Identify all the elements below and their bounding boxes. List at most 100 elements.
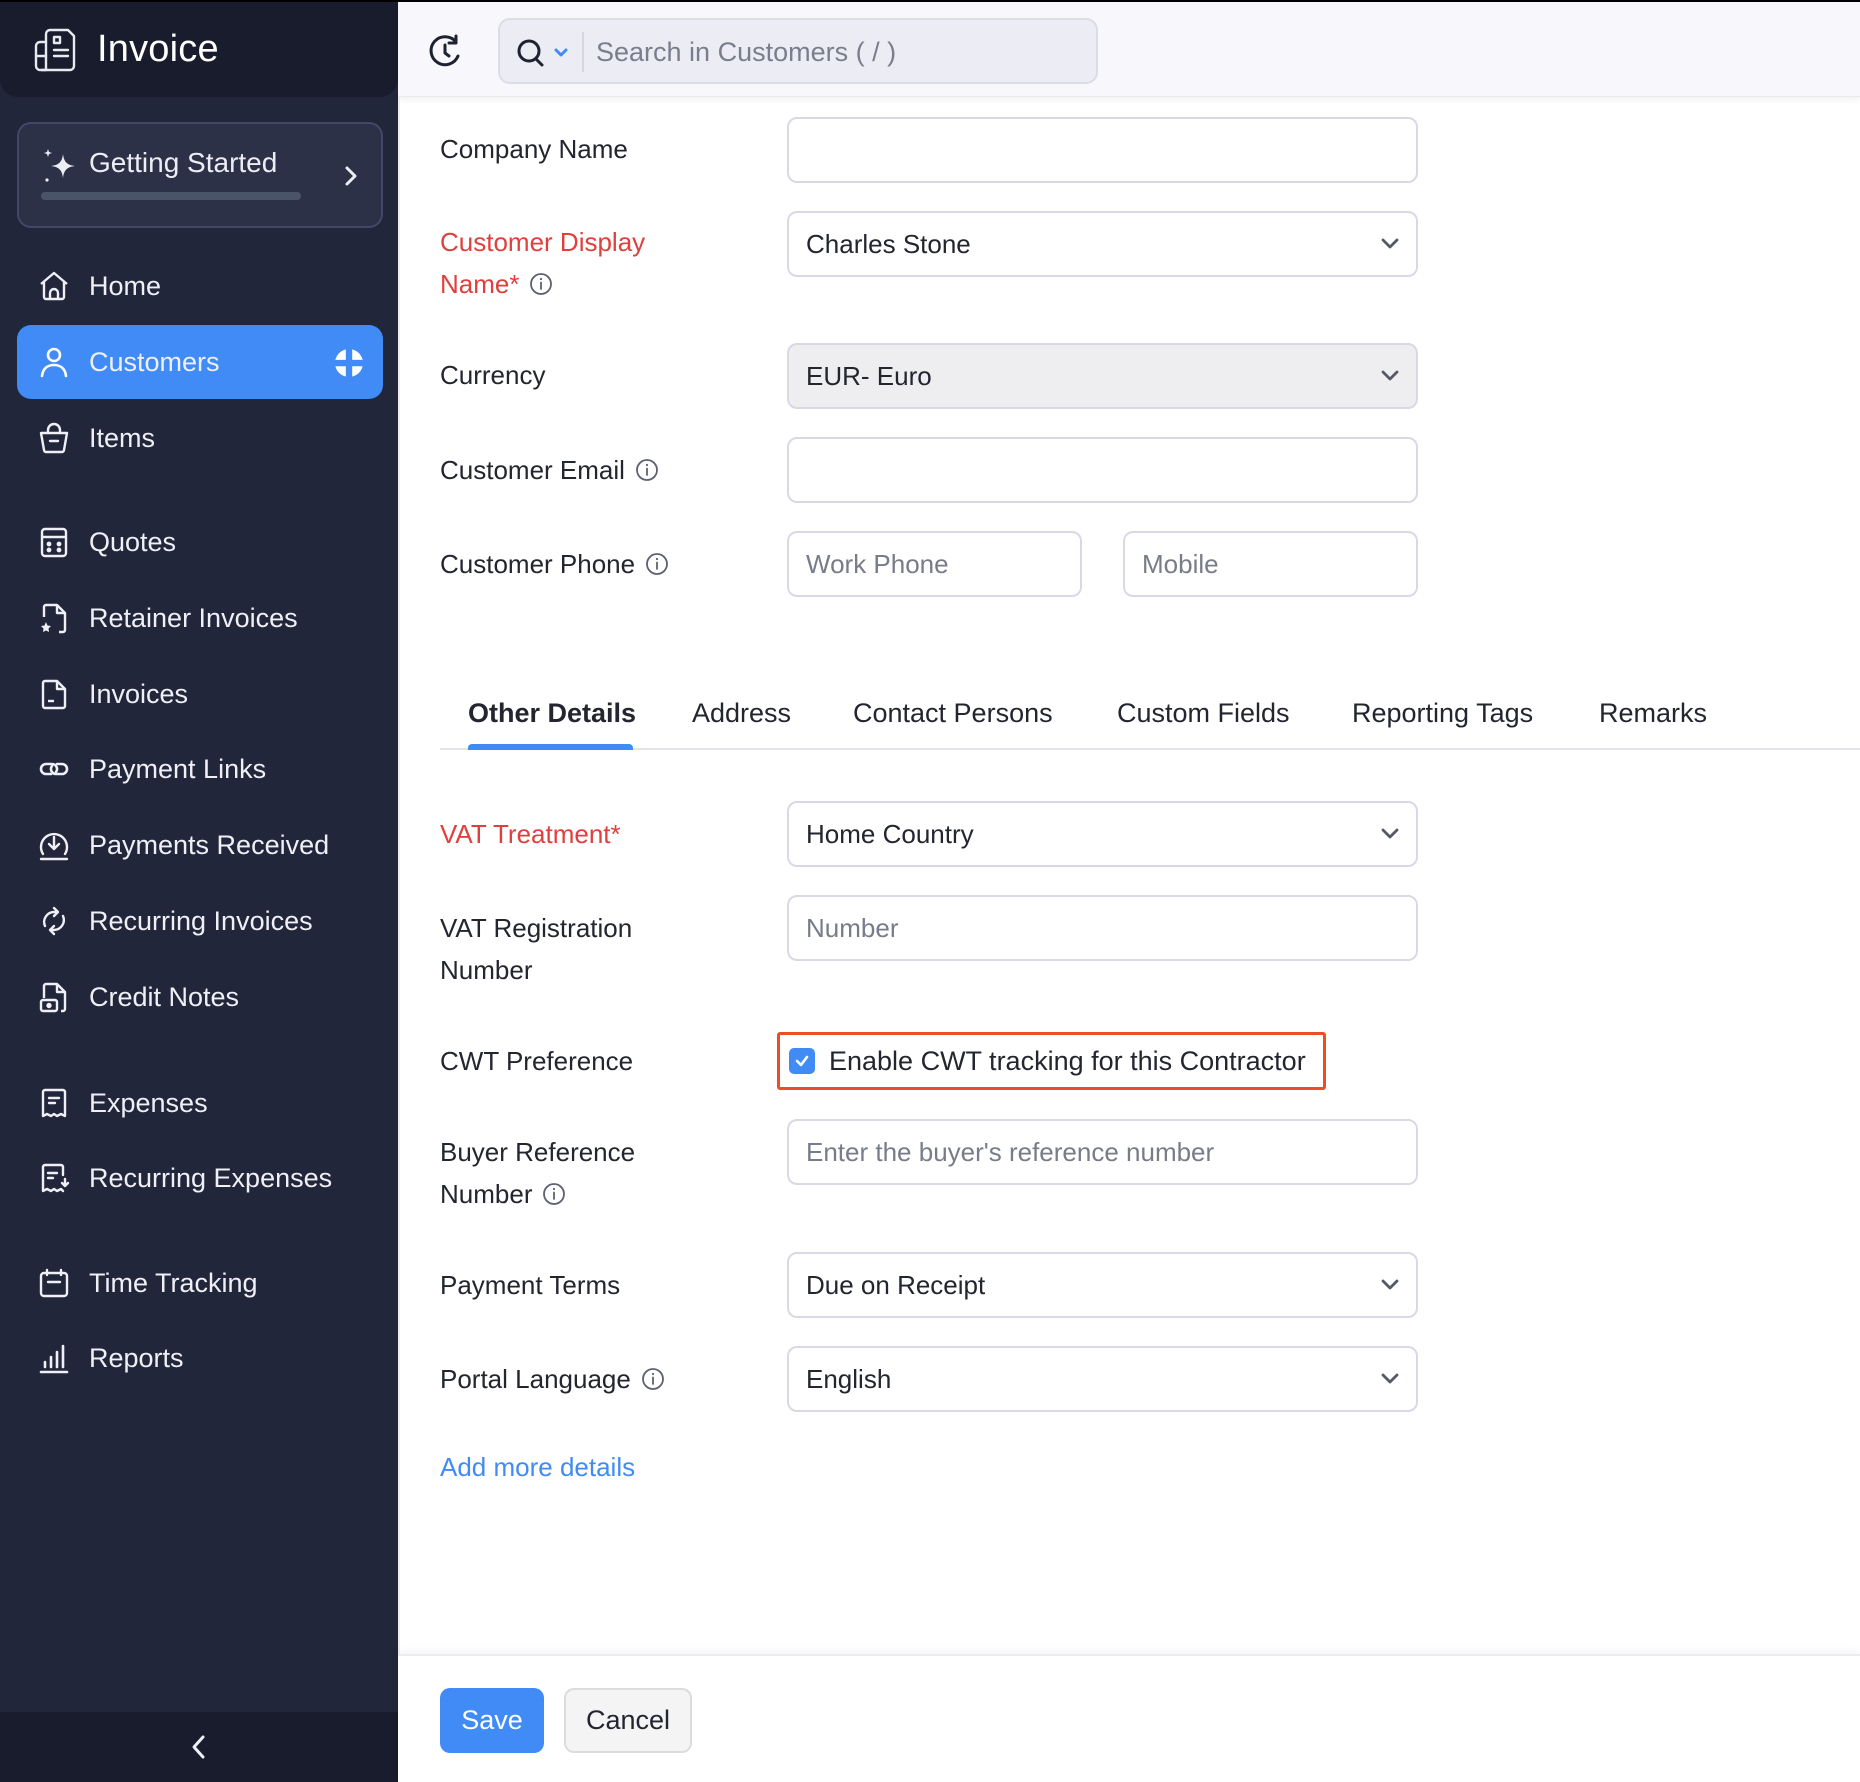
collapse-sidebar-button[interactable] (0, 1712, 398, 1782)
work-phone-field[interactable] (787, 531, 1082, 597)
document-icon (41, 679, 67, 710)
currency-label: Currency (440, 360, 546, 390)
vat-treatment-select[interactable]: Home Country (787, 801, 1418, 867)
sidebar-item-label: Recurring Invoices (89, 905, 313, 936)
sidebar-item-label: Reports (89, 1342, 184, 1373)
email-input[interactable] (789, 439, 1416, 501)
tab-other-details[interactable]: Other Details (468, 698, 636, 729)
credit-note-icon (39, 982, 67, 1013)
sidebar-item-label: Items (89, 422, 156, 453)
content-divider (398, 97, 400, 1782)
display-name-label: Customer Display Name* (440, 221, 645, 305)
tab-address[interactable]: Address (692, 698, 791, 729)
calendar-icon (39, 1268, 69, 1298)
cwt-preference-label: CWT Preference (440, 1046, 634, 1076)
sidebar-item-recurring-expenses[interactable]: Recurring Expenses (17, 1141, 383, 1215)
sparkle-icon (44, 149, 75, 182)
sidebar-item-payment-links[interactable]: Payment Links (17, 732, 383, 806)
chevron-down-icon (1381, 370, 1399, 381)
buyer-reference-field[interactable] (787, 1119, 1418, 1185)
getting-started-card[interactable]: Getting Started (17, 122, 383, 228)
tab-custom-fields[interactable]: Custom Fields (1117, 698, 1290, 729)
receipt-icon (41, 1088, 67, 1118)
user-icon (40, 347, 68, 378)
tab-reporting-tags[interactable]: Reporting Tags (1352, 698, 1533, 729)
tab-remarks[interactable]: Remarks (1599, 698, 1707, 729)
company-name-label: Company Name (440, 134, 628, 164)
recurring-receipt-icon (41, 1163, 70, 1193)
chevron-down-icon[interactable] (554, 48, 568, 58)
search-input[interactable] (596, 30, 1086, 74)
history-icon[interactable] (428, 34, 464, 70)
sidebar-item-label: Home (89, 270, 162, 301)
vat-registration-label-line2: Number (440, 955, 533, 985)
active-tab-indicator (468, 744, 633, 750)
sidebar-item-label: Recurring Expenses (89, 1162, 333, 1193)
info-icon[interactable] (542, 1182, 566, 1206)
vat-registration-field[interactable] (787, 895, 1418, 961)
company-name-field[interactable] (787, 117, 1418, 183)
sidebar-item-label: Payment Links (89, 753, 267, 784)
portal-language-select[interactable]: English (787, 1346, 1418, 1412)
sidebar-item-reports[interactable]: Reports (17, 1321, 383, 1395)
info-icon[interactable] (529, 272, 553, 296)
cancel-button[interactable]: Cancel (564, 1688, 692, 1753)
search-icon[interactable] (516, 38, 546, 68)
sidebar-item-recurring-invoices[interactable]: Recurring Invoices (17, 884, 383, 958)
sidebar-item-label: Time Tracking (89, 1267, 258, 1298)
portal-language-label: Portal Language (440, 1358, 665, 1400)
currency-select[interactable]: EUR- Euro (787, 343, 1418, 409)
brand-header[interactable]: Invoice (0, 0, 398, 97)
sidebar-item-payments-received[interactable]: Payments Received (17, 808, 383, 882)
phone-label-text: Customer Phone (440, 549, 636, 579)
getting-started-label: Getting Started (89, 147, 278, 178)
add-more-details-link[interactable]: Add more details (440, 1452, 635, 1483)
search-separator (582, 32, 584, 72)
sidebar-item-label: Expenses (89, 1087, 208, 1118)
cwt-checkbox[interactable] (789, 1048, 815, 1074)
chevron-down-icon (1381, 1279, 1399, 1290)
sidebar-item-time-tracking[interactable]: Time Tracking (17, 1246, 383, 1320)
sidebar-item-expenses[interactable]: Expenses (17, 1066, 383, 1140)
vat-treatment-value: Home Country (806, 818, 974, 849)
mobile-phone-field[interactable] (1123, 531, 1418, 597)
sidebar-item-home[interactable]: Home (17, 249, 383, 323)
sidebar-item-quotes[interactable]: Quotes (17, 505, 383, 579)
download-circle-icon (39, 832, 69, 861)
getting-started-progress (41, 192, 301, 200)
info-icon[interactable] (641, 1367, 665, 1391)
sidebar-item-invoices[interactable]: Invoices (17, 657, 383, 731)
work-phone-input[interactable] (789, 533, 1080, 595)
buyer-reference-input[interactable] (789, 1121, 1416, 1183)
link-icon (39, 762, 69, 776)
save-button[interactable]: Save (440, 1688, 544, 1753)
tab-contact-persons[interactable]: Contact Persons (853, 698, 1053, 729)
currency-value: EUR- Euro (806, 360, 932, 391)
sidebar-item-label: Credit Notes (89, 981, 240, 1012)
calculator-icon (40, 527, 68, 558)
basket-icon (39, 422, 69, 454)
company-name-input[interactable] (789, 119, 1416, 181)
phone-label: Customer Phone (440, 543, 669, 585)
info-icon[interactable] (635, 458, 659, 482)
sidebar-item-label: Retainer Invoices (89, 602, 298, 633)
payment-terms-select[interactable]: Due on Receipt (787, 1252, 1418, 1318)
sidebar-item-label: Payments Received (89, 829, 330, 860)
email-field[interactable] (787, 437, 1418, 503)
sidebar-item-customers[interactable]: Customers (17, 325, 383, 399)
vat-registration-input[interactable] (789, 897, 1416, 959)
add-customer-button[interactable] (333, 347, 365, 379)
mobile-phone-input[interactable] (1125, 533, 1416, 595)
sidebar-item-credit-notes[interactable]: Credit Notes (17, 960, 383, 1034)
home-icon (40, 271, 68, 301)
plus-icon (333, 347, 365, 379)
chevron-right-icon[interactable] (339, 160, 363, 192)
sidebar-item-label: Invoices (89, 678, 189, 709)
cwt-checkbox-label[interactable]: Enable CWT tracking for this Contractor (829, 1046, 1306, 1077)
sidebar-item-retainer-invoices[interactable]: Retainer Invoices (17, 581, 383, 655)
sidebar-item-items[interactable]: Items (17, 401, 383, 475)
info-icon[interactable] (645, 552, 669, 576)
display-name-select[interactable]: Charles Stone (787, 211, 1418, 277)
details-tabs: Other Details Address Contact Persons Cu… (440, 692, 1860, 750)
invoice-logo-icon (34, 28, 76, 71)
